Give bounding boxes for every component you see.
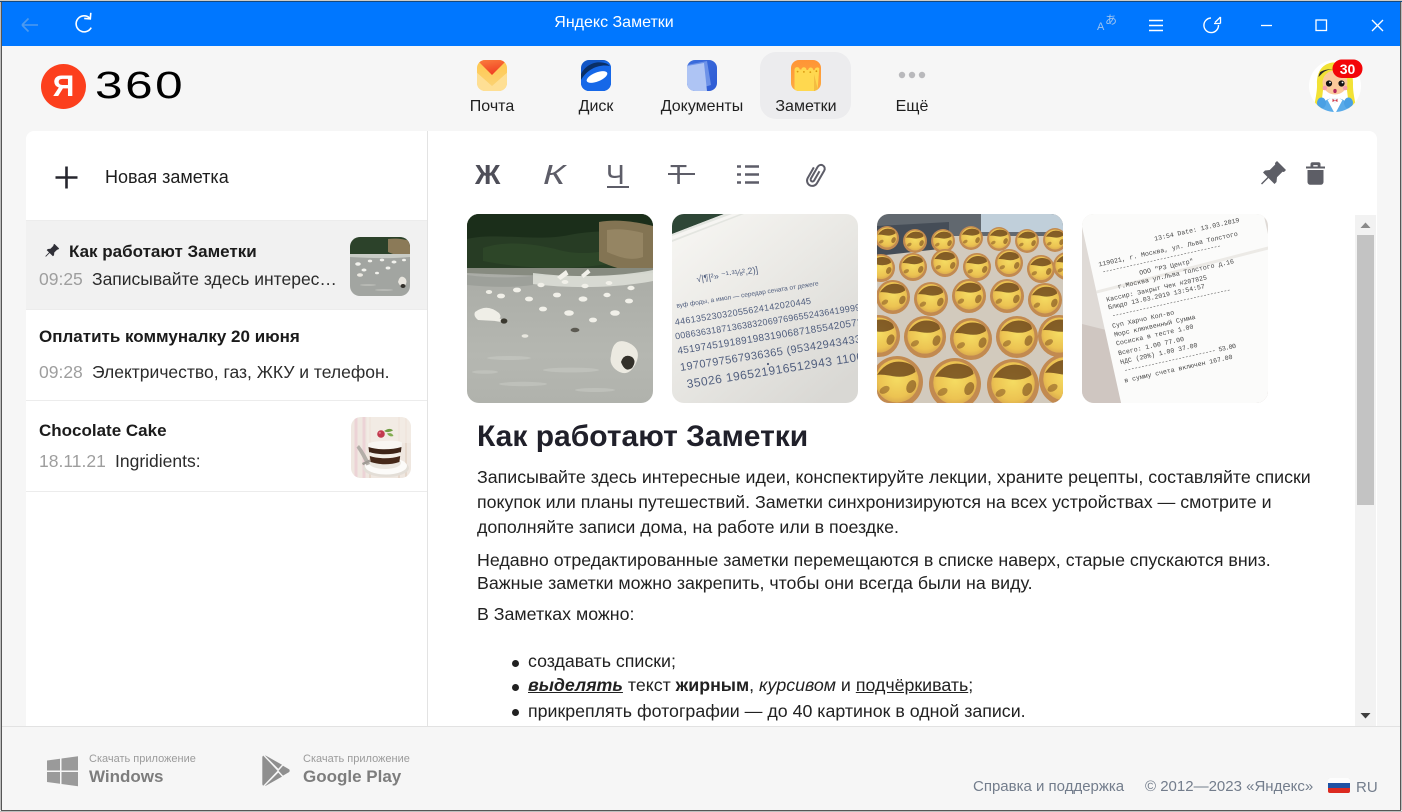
svg-text:A: A bbox=[1097, 21, 1105, 33]
svg-text:あ: あ bbox=[1105, 13, 1117, 27]
svg-text:30: 30 bbox=[1340, 61, 1356, 77]
